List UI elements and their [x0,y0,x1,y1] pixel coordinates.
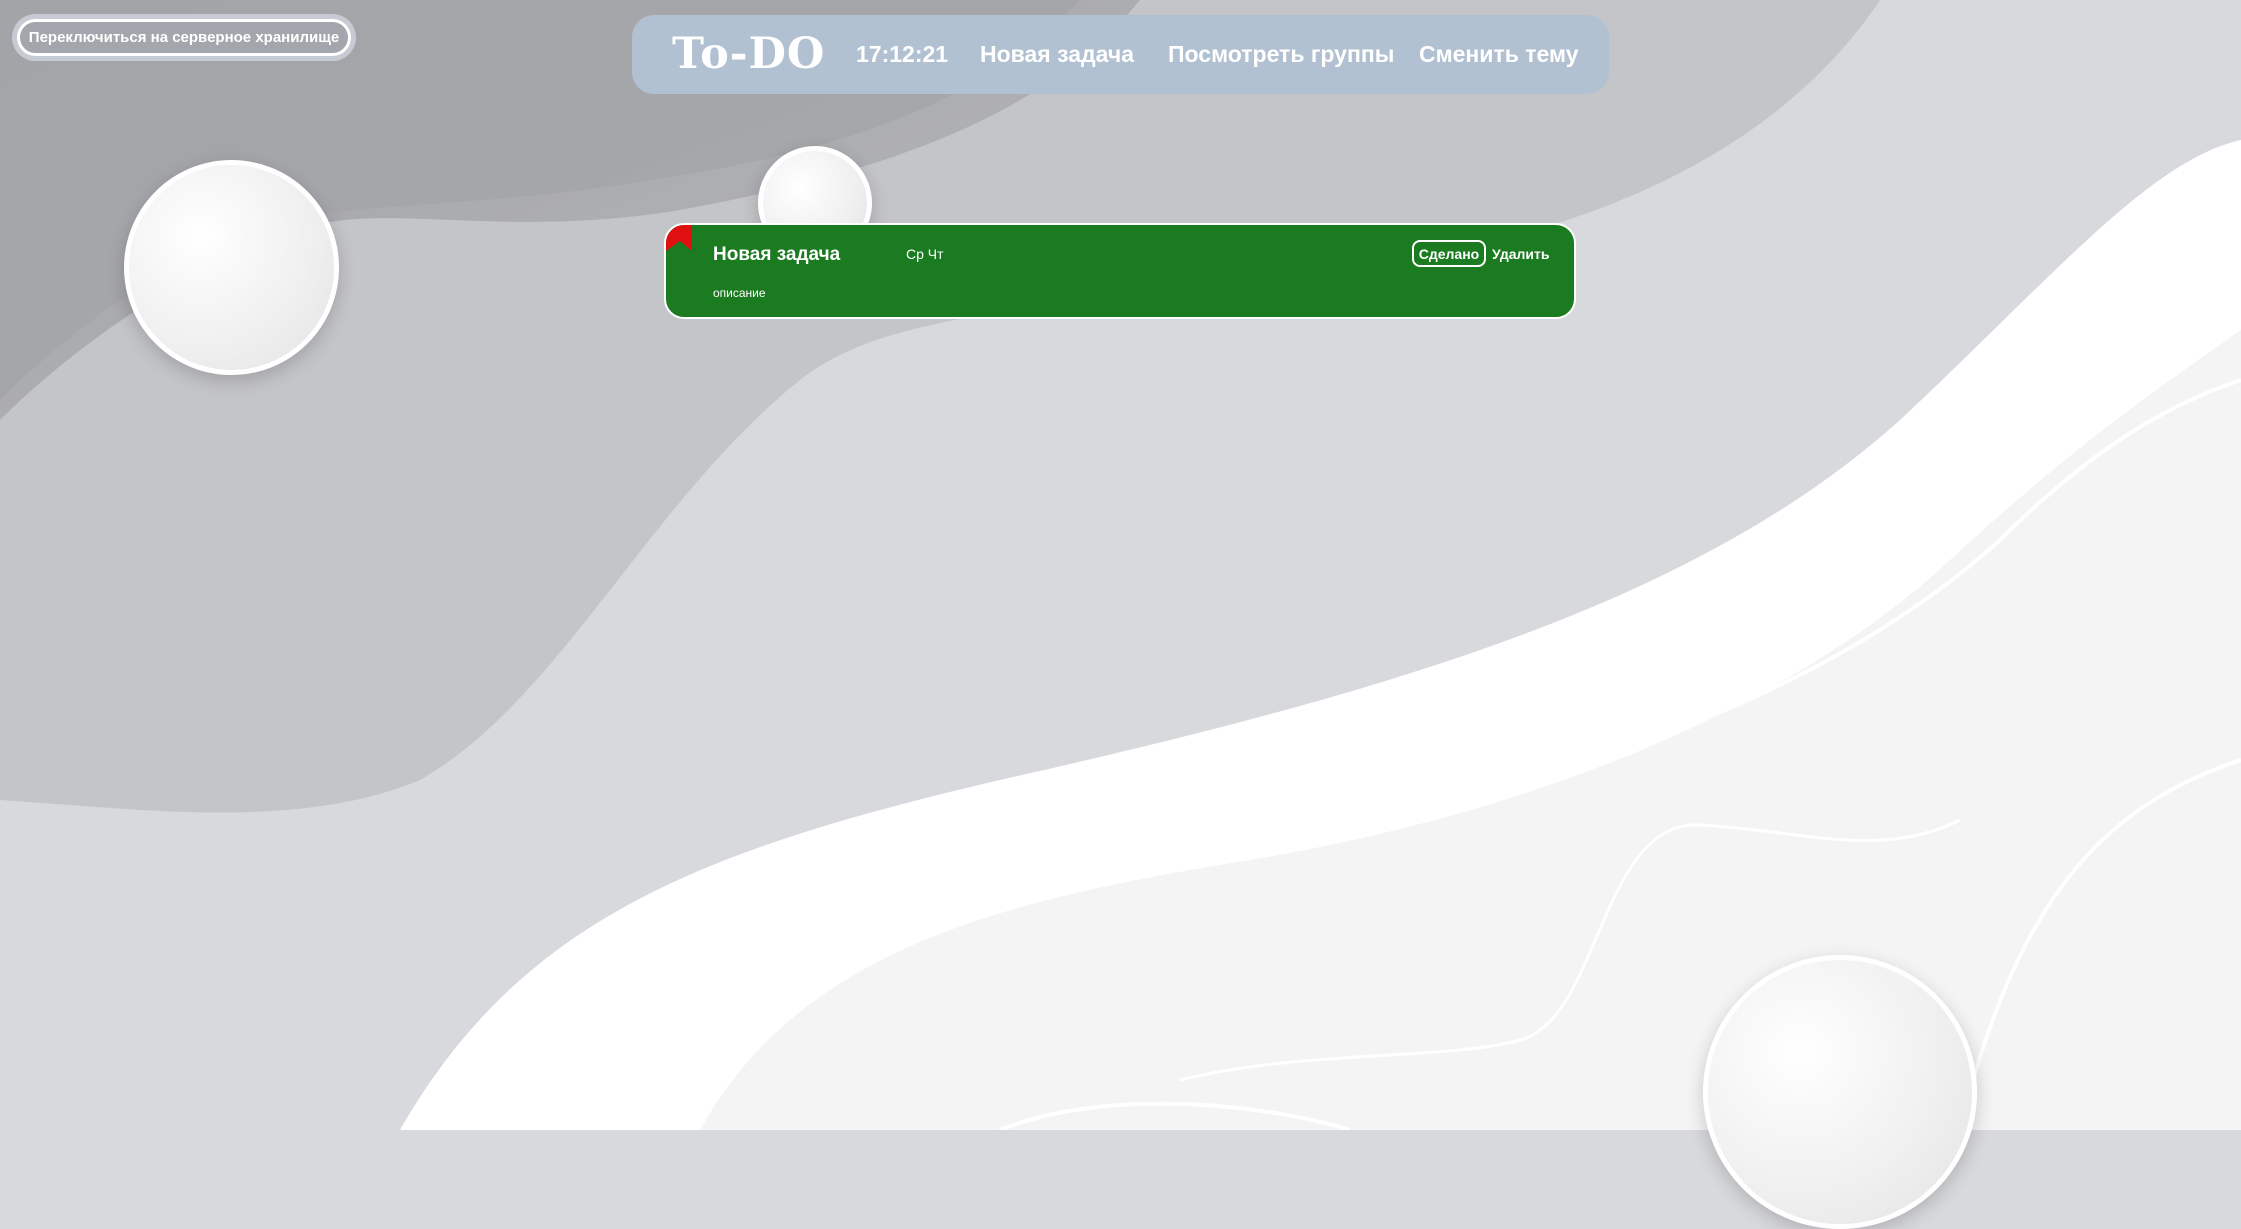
delete-button[interactable]: Удалить [1492,246,1549,262]
decor-circle [124,160,339,375]
background-waves [0,0,2241,1130]
change-theme-link[interactable]: Сменить тему [1419,41,1579,68]
app-logo: To-DO [672,29,826,79]
task-description: описание [713,286,766,300]
top-navbar: To-DO 17:12:21 Новая задача Посмотреть г… [632,15,1609,94]
task-card: Новая задача Ср Чт описание Сделано Удал… [664,223,1576,319]
done-button[interactable]: Сделано [1412,240,1486,267]
view-groups-link[interactable]: Посмотреть группы [1168,41,1394,68]
task-days: Ср Чт [906,246,944,262]
task-title: Новая задача [713,244,841,265]
switch-storage-button[interactable]: Переключиться на серверное хранилище [17,19,351,56]
clock-display: 17:12:21 [856,41,949,67]
new-task-link[interactable]: Новая задача [980,41,1134,68]
decor-circle [1703,955,1977,1229]
priority-flag-icon [666,225,692,251]
